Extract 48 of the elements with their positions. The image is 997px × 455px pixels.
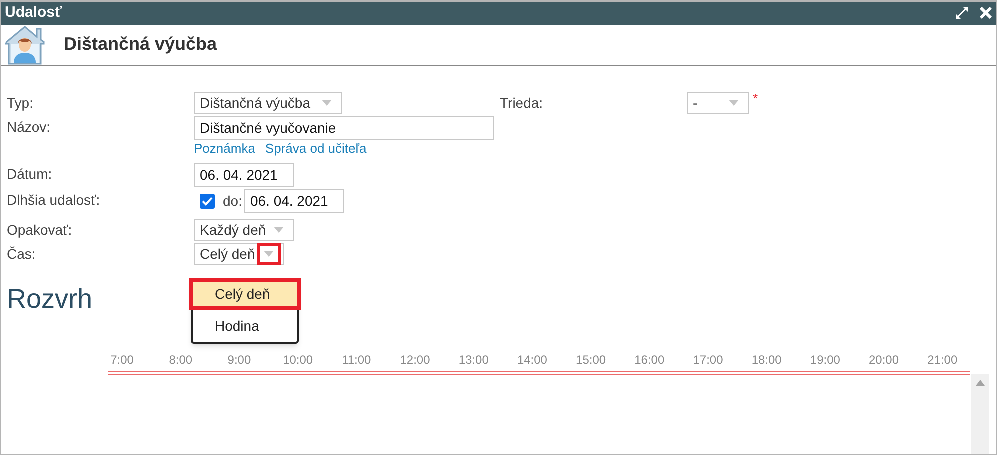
hour-label: 17:00 (692, 352, 724, 369)
select-field[interactable]: Celý deň (194, 243, 284, 265)
link[interactable]: Správa od učiteľa (265, 140, 367, 157)
window-title: Udalosť (5, 3, 62, 23)
hour-label: 11:00 (341, 352, 372, 369)
house-person-icon (5, 24, 45, 65)
hour-label: 10:00 (282, 352, 314, 369)
hour-label: 12:00 (399, 352, 432, 369)
section-title: Rozvrh (7, 283, 93, 315)
hour-label: 16:00 (634, 352, 666, 369)
select-value: Celý deň (200, 244, 256, 264)
dropdown-option[interactable]: Celý deň (189, 278, 301, 310)
select-value: - (693, 94, 698, 112)
text-field[interactable]: 06. 04. 2021 (194, 163, 294, 187)
checkbox[interactable] (200, 194, 215, 208)
dropdown-option[interactable]: Hodina (193, 310, 297, 342)
field-label: Dlhšia udalosť: (7, 191, 102, 210)
close-icon[interactable] (980, 7, 992, 20)
select-field[interactable]: - (687, 92, 749, 114)
required-mark: * (753, 92, 758, 106)
hour-label: 19:00 (809, 352, 842, 369)
to-label: do: (223, 192, 242, 210)
hour-label: 18:00 (750, 352, 783, 369)
expand-icon[interactable] (956, 7, 968, 20)
hour-label: 15:00 (575, 352, 608, 369)
select-value: Dištančná výučba (200, 94, 311, 113)
scroll-up-icon[interactable] (976, 380, 984, 386)
field-label: Názov: (7, 118, 52, 137)
text-field[interactable]: Dištančné vyučovanie (194, 116, 494, 140)
field-label: Typ: (7, 94, 34, 113)
select-field[interactable]: Každý deň (194, 219, 294, 241)
hour-label: 21:00 (926, 352, 959, 369)
field-label: Opakovať: (7, 221, 74, 240)
link[interactable]: Poznámka (194, 140, 256, 157)
hour-label: 20:00 (868, 352, 900, 369)
hour-label: 14:00 (516, 352, 548, 369)
header-title: Dištančná výučba (64, 33, 218, 56)
hour-label: 8:00 (168, 352, 194, 369)
field-label: Dátum: (7, 165, 54, 184)
select-field[interactable]: Dištančná výučba (194, 92, 342, 114)
scrollbar[interactable] (971, 374, 989, 454)
hour-label: 9:00 (226, 352, 252, 369)
field-label: Čas: (7, 245, 37, 264)
hour-label: 13:00 (458, 352, 490, 369)
hour-label: 7:00 (110, 352, 135, 369)
date-field[interactable]: 06. 04. 2021 (244, 189, 344, 213)
select-value: Každý deň (200, 220, 266, 240)
field-label: Trieda: (500, 94, 544, 113)
